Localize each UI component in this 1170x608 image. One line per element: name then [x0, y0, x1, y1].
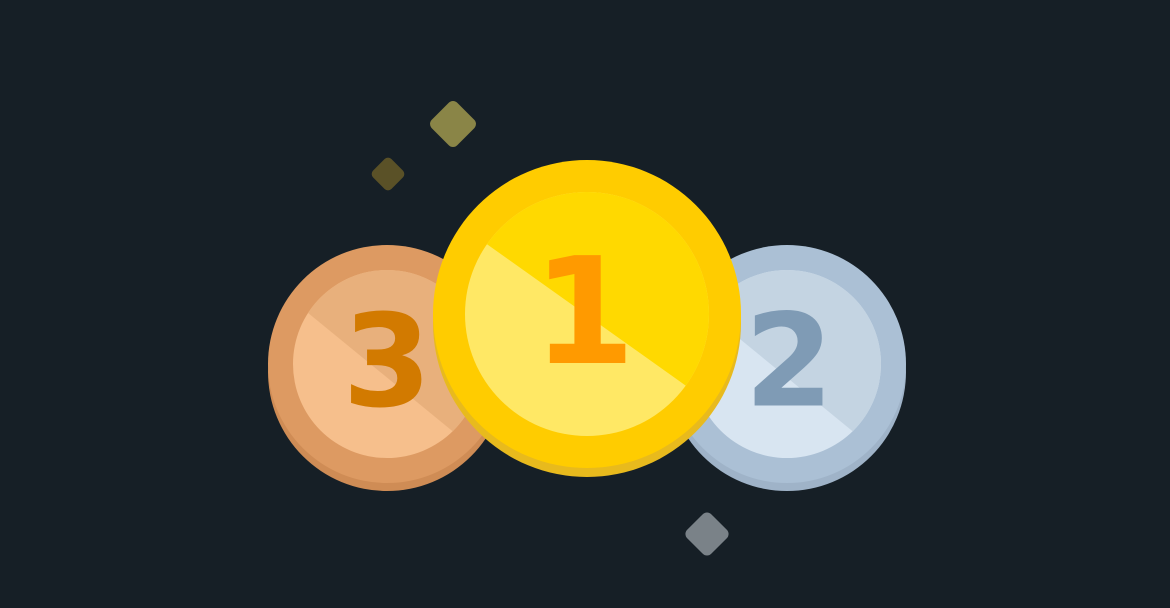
medals-illustration: 3 2 1 [0, 0, 1170, 608]
silver-medal-number: 2 [744, 288, 833, 437]
medals-canvas: 3 2 1 [268, 101, 906, 556]
sparkle-small-olive [371, 157, 405, 191]
gold-medal: 1 [433, 160, 741, 477]
bronze-medal-number: 3 [342, 288, 431, 437]
gold-medal-number: 1 [533, 226, 636, 398]
sparkle-large-olive [430, 101, 476, 147]
sparkle-gray [685, 512, 729, 556]
